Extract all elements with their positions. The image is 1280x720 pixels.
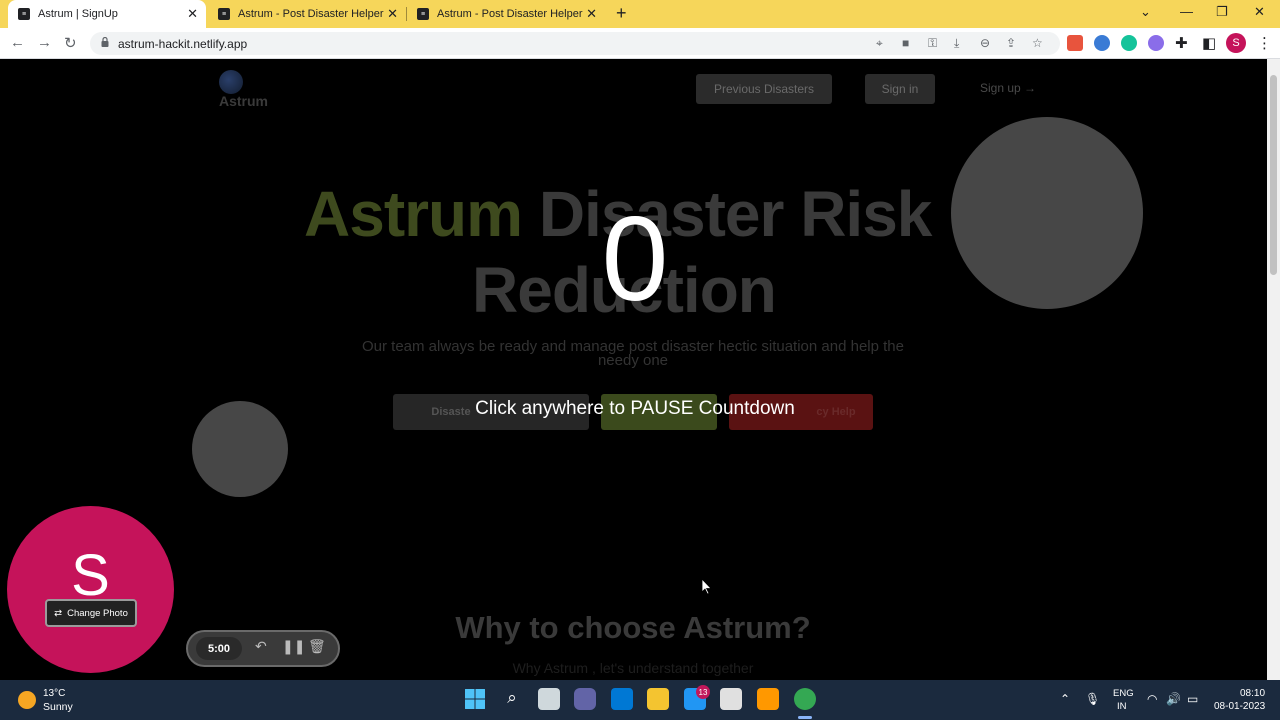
microphone-icon[interactable]: 🎙 bbox=[1085, 692, 1100, 706]
language-region[interactable]: IN bbox=[1117, 701, 1127, 712]
decorative-circle-large bbox=[951, 117, 1143, 309]
weather-sun-icon[interactable] bbox=[18, 691, 36, 709]
file-explorer-icon[interactable] bbox=[647, 688, 669, 710]
decorative-circle-small bbox=[192, 401, 288, 497]
sign-in-button[interactable]: Sign in bbox=[865, 74, 935, 104]
previous-disasters-button[interactable]: Previous Disasters bbox=[696, 74, 832, 104]
tab-post-disaster-helper-1[interactable]: ≡ Astrum - Post Disaster Helper ✕ bbox=[208, 0, 406, 28]
swap-icon: ⇄ bbox=[54, 607, 63, 619]
side-panel-icon[interactable]: ◧ bbox=[1202, 34, 1216, 52]
weather-description: Sunny bbox=[43, 701, 73, 713]
recording-controls: 5:00 ↶ ❚❚ 🗑 bbox=[186, 630, 340, 667]
tab-title: Astrum | SignUp bbox=[38, 8, 118, 20]
webcam-bubble[interactable]: S ⇄ Change Photo bbox=[7, 506, 174, 673]
astrum-logo-icon[interactable] bbox=[219, 70, 243, 94]
share-icon[interactable]: ⇪ bbox=[1006, 36, 1016, 50]
extension-blue-icon[interactable] bbox=[1094, 35, 1110, 51]
vscode-icon[interactable] bbox=[611, 688, 633, 710]
page-scrollbar[interactable] bbox=[1267, 59, 1280, 680]
clock-time[interactable]: 08:10 bbox=[1240, 688, 1265, 699]
weather-temperature: 13°C bbox=[43, 688, 66, 699]
countdown-number[interactable]: 0 bbox=[560, 199, 710, 319]
lock-icon[interactable] bbox=[101, 37, 109, 47]
notepad-icon[interactable] bbox=[720, 688, 742, 710]
tab-search-icon[interactable]: ⌄ bbox=[1140, 4, 1151, 20]
grammarly-icon[interactable] bbox=[1121, 35, 1137, 51]
hero-subtitle: Our team always be ready and manage post… bbox=[362, 338, 904, 369]
why-choose-subtitle: Why Astrum , let's understand together bbox=[512, 660, 754, 676]
url-text: astrum-hackit.netlify.app bbox=[118, 37, 248, 51]
tab-title: Astrum - Post Disaster Helper bbox=[238, 8, 384, 20]
extensions-puzzle-icon[interactable]: ✚ bbox=[1175, 34, 1188, 52]
key-icon[interactable]: ⚿ bbox=[928, 36, 937, 51]
mouse-cursor-icon bbox=[702, 579, 712, 595]
close-tab-icon[interactable]: ✕ bbox=[387, 6, 398, 22]
install-app-icon[interactable]: ⤓ bbox=[954, 36, 959, 51]
tab-title: Astrum - Post Disaster Helper bbox=[437, 8, 583, 20]
site-favicon-icon: ≡ bbox=[417, 8, 429, 20]
volume-icon[interactable]: 🔊 bbox=[1166, 692, 1181, 706]
minimize-window-icon[interactable]: — bbox=[1180, 4, 1193, 19]
pause-icon[interactable]: ❚❚ bbox=[282, 638, 305, 655]
clock-date[interactable]: 08-01-2023 bbox=[1214, 701, 1265, 712]
show-hidden-icons-icon[interactable]: ⌃ bbox=[1060, 692, 1070, 706]
notification-badge: 13 bbox=[696, 685, 710, 699]
site-favicon-icon: ≡ bbox=[18, 8, 30, 20]
change-photo-label: Change Photo bbox=[67, 607, 128, 619]
close-tab-icon[interactable]: ✕ bbox=[586, 6, 597, 22]
browser-toolbar: ← → ↻ astrum-hackit.netlify.app ⌖ ■ ⚿ ⤓ … bbox=[0, 28, 1280, 59]
chrome-icon[interactable] bbox=[794, 688, 816, 710]
back-arrow-icon[interactable]: ← bbox=[10, 34, 25, 51]
bookmark-star-icon[interactable]: ☆ bbox=[1032, 36, 1043, 50]
undo-icon[interactable]: ↶ bbox=[255, 638, 267, 655]
trash-icon[interactable]: 🗑 bbox=[308, 638, 326, 655]
sign-up-link[interactable]: Sign up → bbox=[980, 81, 1036, 95]
scrollbar-thumb[interactable] bbox=[1270, 75, 1277, 275]
extension-red-icon[interactable] bbox=[1067, 35, 1083, 51]
language-code[interactable]: ENG bbox=[1113, 688, 1134, 699]
battery-icon[interactable]: ▭ bbox=[1187, 692, 1198, 706]
zoom-icon[interactable]: ⊖ bbox=[980, 36, 990, 50]
profile-avatar[interactable]: S bbox=[1226, 33, 1246, 53]
camera-icon[interactable]: ■ bbox=[902, 36, 909, 50]
site-logo-text[interactable]: Astrum bbox=[219, 93, 268, 109]
new-tab-button[interactable]: + bbox=[616, 3, 627, 24]
location-icon[interactable]: ⌖ bbox=[876, 36, 883, 51]
maximize-window-icon[interactable]: ❐ bbox=[1216, 4, 1228, 20]
active-app-indicator bbox=[798, 716, 812, 719]
windows-start-icon[interactable] bbox=[464, 688, 486, 710]
reload-icon[interactable]: ↻ bbox=[64, 34, 77, 52]
why-choose-heading: Why to choose Astrum? bbox=[455, 610, 811, 645]
site-favicon-icon: ≡ bbox=[218, 8, 230, 20]
sublime-text-icon[interactable] bbox=[757, 688, 779, 710]
browser-tab-strip: ≡ Astrum | SignUp ✕ ≡ Astrum - Post Disa… bbox=[0, 0, 1280, 28]
forward-arrow-icon[interactable]: → bbox=[37, 34, 52, 51]
recording-timer: 5:00 bbox=[196, 637, 242, 660]
browser-menu-icon[interactable]: ⋮ bbox=[1257, 34, 1272, 52]
close-window-icon[interactable]: ✕ bbox=[1254, 4, 1265, 20]
windows-taskbar: 13°C Sunny ⌕ 13 ⌃ 🎙 ENG IN ◠ 🔊 ▭ 08:10 0… bbox=[0, 680, 1280, 720]
hero-title-accent: Astrum bbox=[304, 178, 523, 250]
pause-countdown-message[interactable]: Click anywhere to PAUSE Countdown bbox=[440, 398, 830, 420]
extension-purple-icon[interactable] bbox=[1148, 35, 1164, 51]
change-photo-button[interactable]: ⇄ Change Photo bbox=[45, 599, 137, 627]
close-tab-icon[interactable]: ✕ bbox=[187, 6, 198, 22]
webpage: Astrum Previous Disasters Sign in Sign u… bbox=[0, 59, 1267, 680]
wifi-icon[interactable]: ◠ bbox=[1147, 692, 1157, 706]
search-icon[interactable]: ⌕ bbox=[501, 688, 523, 710]
tab-post-disaster-helper-2[interactable]: ≡ Astrum - Post Disaster Helper ✕ bbox=[407, 0, 605, 28]
tab-astrum-signup[interactable]: ≡ Astrum | SignUp ✕ bbox=[8, 0, 206, 28]
task-view-icon[interactable] bbox=[538, 688, 560, 710]
address-bar[interactable]: astrum-hackit.netlify.app ⌖ ■ ⚿ ⤓ ⊖ ⇪ ☆ bbox=[90, 32, 1060, 55]
teams-chat-icon[interactable] bbox=[574, 688, 596, 710]
